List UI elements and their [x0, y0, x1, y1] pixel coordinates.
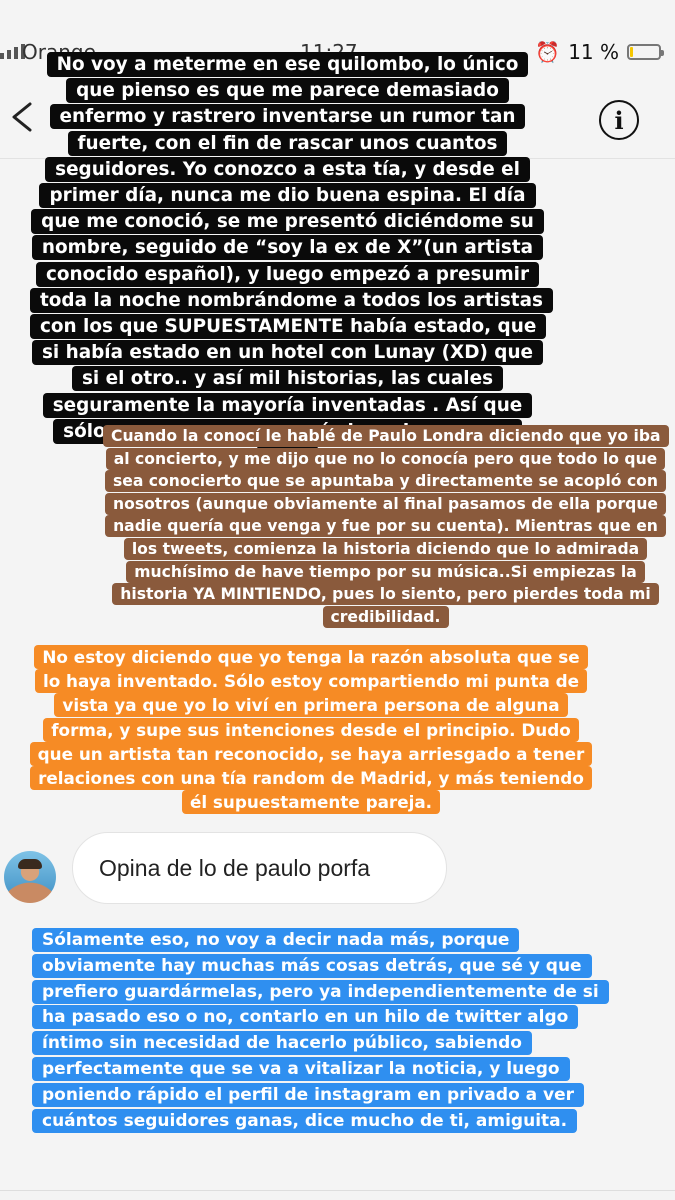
status-bar: Orange 11:27 ⏰ 11 %: [0, 0, 675, 64]
message-text: Opina de lo de paulo porfa: [99, 854, 371, 881]
story-text-black-content: No voy a meterme en ese quilombo, lo úni…: [30, 52, 553, 471]
story-text-orange: No estoy diciendo que yo tenga la razón …: [27, 645, 595, 815]
story-text-black: No voy a meterme en ese quilombo, lo úni…: [30, 52, 553, 471]
battery-level: [630, 47, 633, 57]
bottom-divider: [0, 1190, 675, 1191]
avatar-hair: [18, 859, 42, 869]
info-button[interactable]: i: [599, 100, 639, 140]
battery-icon: [627, 44, 664, 60]
avatar[interactable]: [4, 851, 56, 903]
story-text-brown: Cuando la conocí le hablé de Paulo Londr…: [103, 425, 669, 628]
battery-percent: 11 %: [568, 40, 619, 64]
info-icon: i: [614, 105, 624, 135]
story-text-brown-content: Cuando la conocí le hablé de Paulo Londr…: [103, 425, 669, 628]
story-text-blue: Sólamente eso, no voy a decir nada más, …: [12, 928, 624, 1134]
story-text-blue-content: Sólamente eso, no voy a decir nada más, …: [32, 928, 609, 1133]
status-right: ⏰ 11 %: [535, 40, 664, 64]
story-text-orange-content: No estoy diciendo que yo tenga la razón …: [29, 645, 593, 815]
message-bubble[interactable]: Opina de lo de paulo porfa: [72, 832, 447, 904]
